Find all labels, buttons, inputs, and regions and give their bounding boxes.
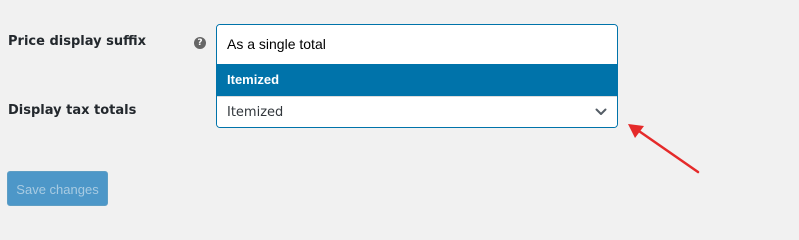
option-single-total[interactable]: As a single total (217, 25, 617, 64)
red-arrow-icon (628, 124, 700, 174)
save-changes-button[interactable]: Save changes (7, 171, 108, 206)
select-current-value[interactable]: Itemized (217, 96, 617, 127)
price-display-suffix-label: Price display suffix (8, 34, 146, 49)
help-tip-icon[interactable]: ? (194, 37, 206, 49)
tax-totals-dropdown[interactable]: As a single total Itemized Itemized (216, 24, 618, 128)
display-tax-totals-label: Display tax totals (8, 103, 137, 118)
option-itemized-highlighted[interactable]: Itemized (217, 64, 617, 96)
chevron-down-icon[interactable] (595, 107, 607, 117)
